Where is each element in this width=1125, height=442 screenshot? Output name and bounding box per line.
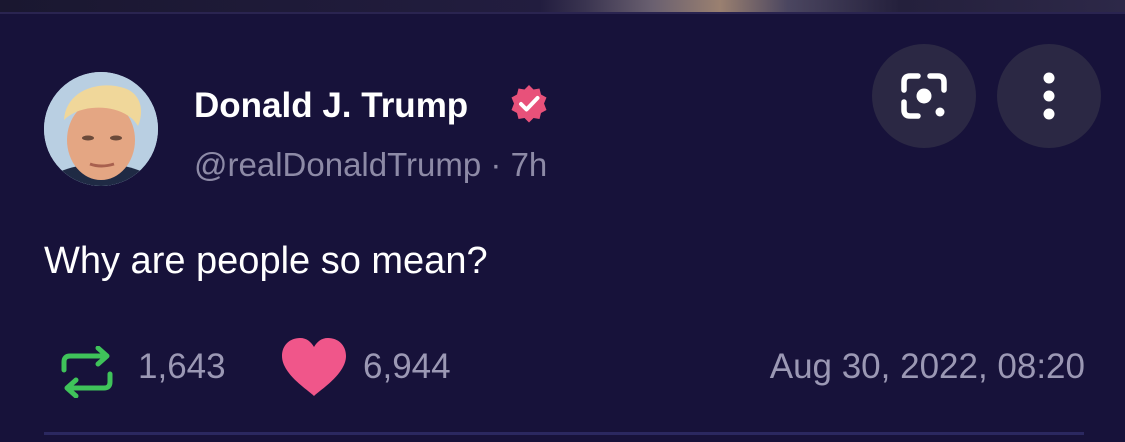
author-name[interactable]: Donald J. Trump [194, 86, 468, 126]
google-lens-button[interactable] [872, 44, 976, 148]
avatar-image [44, 72, 158, 186]
more-options-button[interactable] [997, 44, 1101, 148]
post-timestamp: Aug 30, 2022, 08:20 [769, 347, 1085, 386]
avatar[interactable] [44, 72, 158, 186]
author-handle[interactable]: @realDonaldTrump [194, 146, 481, 183]
bottom-divider [44, 432, 1084, 435]
tweet-text: Why are people so mean? [44, 240, 488, 282]
more-vertical-icon [1043, 72, 1055, 120]
top-image-strip [0, 0, 1125, 12]
retweet-count: 1,643 [138, 347, 226, 386]
verified-badge-icon [508, 83, 550, 125]
retweet-icon[interactable] [56, 345, 118, 399]
like-count: 6,944 [363, 347, 451, 386]
tweet-card: Donald J. Trump @realDonaldTrump · 7h Wh… [0, 14, 1125, 442]
meta-separator: · [490, 146, 502, 183]
post-age: 7h [510, 146, 548, 183]
heart-icon[interactable] [278, 336, 350, 400]
author-handle-line: @realDonaldTrump · 7h [194, 146, 547, 184]
google-lens-icon [901, 73, 947, 119]
